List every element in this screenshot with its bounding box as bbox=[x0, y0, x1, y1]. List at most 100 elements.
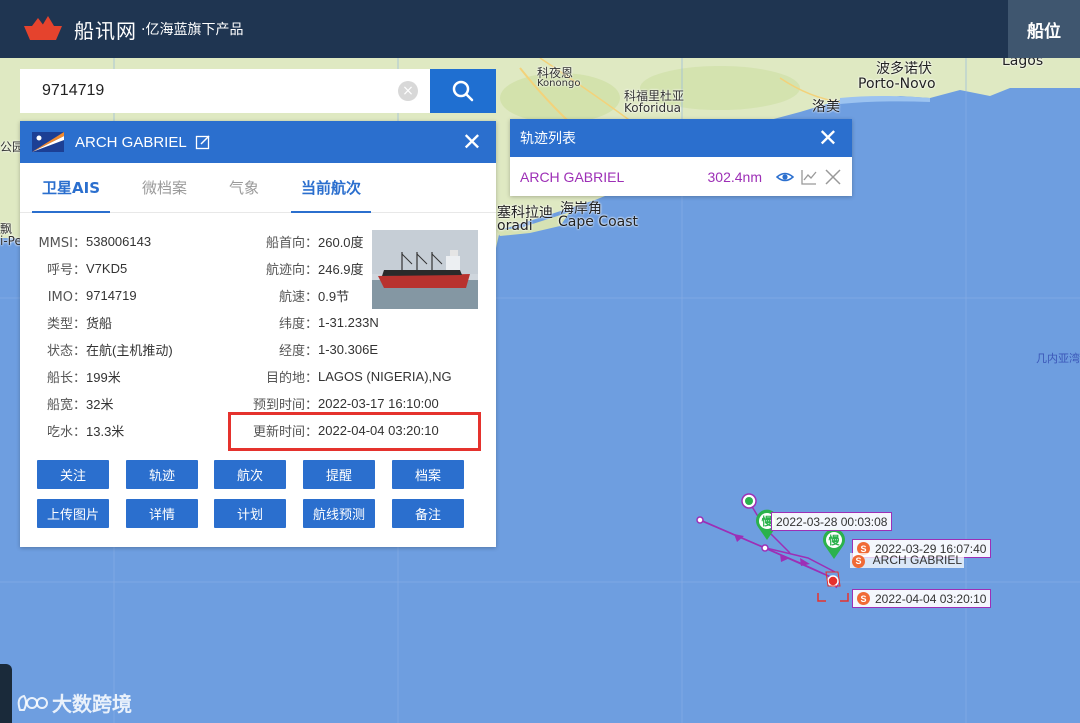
map-label-porto-novo: Porto-Novo bbox=[858, 76, 936, 92]
track-time-label[interactable]: 2022-03-28 00:03:08 bbox=[771, 512, 893, 531]
follow-button[interactable]: 关注 bbox=[37, 460, 109, 489]
top-header: 船讯网 ·亿海蓝旗下产品 船位 bbox=[0, 0, 1080, 58]
map-label-porto-novo-cn: 波多诺伏 bbox=[876, 61, 932, 77]
details-button[interactable]: 详情 bbox=[126, 499, 198, 528]
brand-subtitle: ·亿海蓝旗下产品 bbox=[141, 22, 244, 38]
info-key: IMO： bbox=[47, 290, 86, 305]
info-value: 2022-03-17 16:10:00 bbox=[318, 396, 439, 411]
close-icon[interactable]: ✕ bbox=[462, 130, 482, 154]
marshall-islands-flag-icon bbox=[32, 132, 64, 152]
chart-icon[interactable] bbox=[800, 168, 818, 186]
boat-logo-icon bbox=[24, 16, 62, 40]
search-bar: × bbox=[20, 69, 496, 113]
track-distance: 302.4nm bbox=[707, 168, 762, 185]
info-key: 船首向： bbox=[265, 236, 318, 251]
highlight-annotation bbox=[228, 412, 481, 451]
logo[interactable]: 船讯网 ·亿海蓝旗下产品 bbox=[20, 14, 243, 44]
eye-icon[interactable] bbox=[776, 168, 794, 186]
map-label-cape-coast: Cape Coast bbox=[558, 214, 639, 230]
search-icon bbox=[452, 80, 474, 102]
info-row-speed: 航速： 0.9节 bbox=[238, 286, 349, 305]
slow-marker-pin[interactable]: 慢 bbox=[821, 528, 847, 560]
info-value: 1-31.233N bbox=[318, 315, 379, 330]
track-time-text: 2022-04-04 03:20:10 bbox=[875, 591, 987, 606]
info-key: 船长： bbox=[46, 371, 86, 386]
brand-name: 船讯网 bbox=[74, 18, 137, 43]
info-row-length: 船长： 199米 bbox=[32, 367, 121, 386]
search-button[interactable] bbox=[430, 69, 496, 113]
edit-icon[interactable] bbox=[195, 134, 211, 150]
reminder-button[interactable]: 提醒 bbox=[303, 460, 375, 489]
info-row-mmsi: MMSI： 538006143 bbox=[32, 232, 151, 251]
info-key: 预到时间： bbox=[252, 398, 318, 413]
info-row-longitude: 经度： 1-30.306E bbox=[238, 340, 378, 359]
stop-icon: S bbox=[852, 554, 865, 568]
watermark: 大数跨境 bbox=[14, 688, 132, 717]
info-key: 纬度： bbox=[278, 317, 318, 332]
info-row-latitude: 纬度： 1-31.233N bbox=[238, 313, 379, 332]
info-key: 状态： bbox=[46, 344, 86, 359]
watermark-text: 大数跨境 bbox=[52, 692, 132, 716]
info-value: 260.0度 bbox=[318, 235, 364, 250]
track-stop-label[interactable]: S 2022-04-04 03:20:10 bbox=[852, 589, 992, 608]
map-label-lome: 洛美 bbox=[812, 99, 840, 115]
info-value: 32米 bbox=[86, 397, 114, 412]
info-value: 0.9节 bbox=[318, 289, 350, 304]
tab-satellite-ais[interactable]: 卫星AIS bbox=[32, 163, 110, 213]
info-key: 目的地： bbox=[265, 371, 318, 386]
map-label-sekondi: oradi bbox=[497, 218, 533, 234]
close-icon[interactable]: ✕ bbox=[818, 126, 838, 150]
clear-icon[interactable]: × bbox=[398, 81, 418, 101]
remove-icon[interactable] bbox=[824, 168, 842, 186]
info-value: V7KD5 bbox=[86, 261, 128, 276]
map-label-gulf-of-guinea: 几内亚湾 bbox=[1036, 352, 1080, 365]
track-list-title: 轨迹列表 bbox=[520, 131, 576, 147]
stop-icon: S bbox=[857, 592, 870, 605]
ship-name-text: ARCH GABRIEL bbox=[872, 553, 963, 567]
info-row-type: 类型： 货船 bbox=[32, 313, 112, 332]
info-row-heading: 船首向： 260.0度 bbox=[238, 232, 364, 251]
info-key: 航速： bbox=[278, 290, 318, 305]
info-key: 经度： bbox=[278, 344, 318, 359]
tab-micro-archive[interactable]: 微档案 bbox=[132, 163, 197, 212]
search-input[interactable] bbox=[42, 82, 398, 100]
info-key: 吃水： bbox=[46, 425, 86, 440]
info-value: 199米 bbox=[86, 370, 121, 385]
info-row-callsign: 呼号： V7KD5 bbox=[32, 259, 127, 278]
ship-name-map-label[interactable]: S ARCH GABRIEL bbox=[850, 553, 965, 568]
track-button[interactable]: 轨迹 bbox=[126, 460, 198, 489]
info-row-imo: IMO： 9714719 bbox=[32, 286, 137, 305]
map-label-left-3: i-Pe bbox=[0, 234, 22, 248]
info-row-draught: 吃水： 13.3米 bbox=[32, 421, 124, 440]
upload-photo-button[interactable]: 上传图片 bbox=[37, 499, 109, 528]
track-time-text: 2022-03-28 00:03:08 bbox=[776, 514, 888, 529]
info-value: LAGOS (NIGERIA),NG bbox=[318, 369, 452, 384]
info-row-destination: 目的地： LAGOS (NIGERIA),NG bbox=[238, 367, 452, 386]
info-row-beam: 船宽： 32米 bbox=[32, 394, 113, 413]
notes-button[interactable]: 备注 bbox=[392, 499, 464, 528]
info-value: 9714719 bbox=[86, 288, 137, 303]
position-button[interactable]: 船位 bbox=[1008, 0, 1080, 58]
svg-text:慢: 慢 bbox=[829, 533, 841, 547]
track-list-header: 轨迹列表 ✕ bbox=[510, 119, 852, 157]
info-key: 类型： bbox=[46, 317, 86, 332]
track-list-panel: 轨迹列表 ✕ ARCH GABRIEL 302.4nm bbox=[510, 119, 852, 196]
track-list-item[interactable]: ARCH GABRIEL 302.4nm bbox=[510, 157, 852, 196]
route-forecast-button[interactable]: 航线预测 bbox=[303, 499, 375, 528]
info-key: 航迹向： bbox=[265, 263, 318, 278]
info-value: 在航(主机推动) bbox=[86, 343, 173, 358]
info-row-course: 航迹向： 246.9度 bbox=[238, 259, 364, 278]
map-label-lagos: Lagos bbox=[1002, 58, 1044, 69]
voyage-button[interactable]: 航次 bbox=[214, 460, 286, 489]
ship-tabs: 卫星AIS 微档案 气象 当前航次 bbox=[20, 163, 496, 213]
ship-photo[interactable] bbox=[372, 230, 478, 309]
info-value: 1-30.306E bbox=[318, 342, 378, 357]
plan-button[interactable]: 计划 bbox=[214, 499, 286, 528]
tab-current-voyage[interactable]: 当前航次 bbox=[291, 163, 372, 213]
info-value: 13.3米 bbox=[86, 424, 125, 439]
archive-button[interactable]: 档案 bbox=[392, 460, 464, 489]
map-label-koforidua: Koforidua bbox=[624, 101, 682, 115]
tab-weather[interactable]: 气象 bbox=[219, 163, 269, 212]
info-key: MMSI： bbox=[38, 236, 86, 251]
info-value: 246.9度 bbox=[318, 262, 364, 277]
